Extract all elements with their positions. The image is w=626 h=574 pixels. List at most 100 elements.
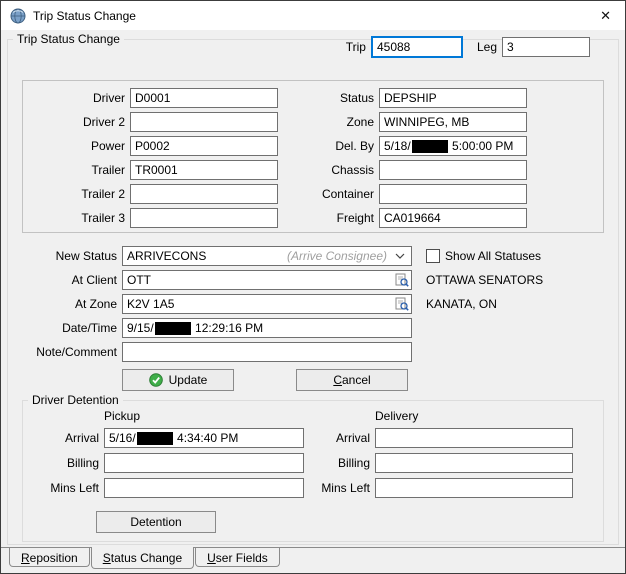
at-zone-row: At Zone K2V 1A5 KANATA, ON [22, 294, 604, 314]
pickup-arrival-date: 5/16/ [109, 431, 136, 445]
date-time-input[interactable]: 9/15/ 12:29:16 PM [122, 318, 412, 338]
zone-label: Zone [282, 115, 379, 129]
pickup-billing-label: Billing [31, 456, 104, 470]
trailer-input[interactable]: TR0001 [130, 160, 278, 180]
show-all-statuses-checkbox[interactable]: Show All Statuses [426, 249, 541, 263]
new-status-combo[interactable]: ARRIVECONS (Arrive Consignee) [122, 246, 412, 266]
trailer2-input[interactable] [130, 184, 278, 204]
status-row: Status DEPSHIP [282, 88, 542, 108]
delivery-billing-row: Billing [310, 453, 580, 473]
driver2-input[interactable] [130, 112, 278, 132]
tab-strip: Reposition Status Change User Fields [1, 547, 625, 569]
chevron-down-icon [395, 253, 405, 259]
trip-status-change-window: Trip Status Change ✕ Trip Status Change … [0, 0, 626, 574]
note-comment-row: Note/Comment [22, 342, 604, 362]
delivery-billing-input[interactable] [375, 453, 573, 473]
freight-row: Freight CA019664 [282, 208, 542, 228]
detention-button[interactable]: Detention [96, 511, 216, 533]
delivery-header: Delivery [375, 409, 580, 423]
tab-user-fields-label: ser Fields [216, 551, 268, 565]
new-status-label: New Status [22, 249, 122, 263]
container-input[interactable] [379, 184, 527, 204]
at-client-input[interactable]: OTT [122, 270, 412, 290]
trailer2-label: Trailer 2 [33, 187, 130, 201]
driver2-row: Driver 2 [33, 112, 278, 132]
leg-label: Leg [477, 40, 497, 54]
date-time-label: Date/Time [22, 321, 122, 335]
delivery-mins-left-row: Mins Left [310, 478, 580, 498]
at-client-info: OTTAWA SENATORS [426, 273, 543, 287]
del-by-input[interactable]: 5/18/ 5:00:00 PM [379, 136, 527, 156]
trailer3-input[interactable] [130, 208, 278, 228]
delivery-mins-left-input[interactable] [375, 478, 573, 498]
driver2-label: Driver 2 [33, 115, 130, 129]
leg-input[interactable]: 3 [502, 37, 590, 57]
driver-row: Driver D0001 [33, 88, 278, 108]
update-button[interactable]: Update [122, 369, 234, 391]
pickup-mins-left-row: Mins Left [31, 478, 304, 498]
delivery-arrival-row: Arrival [310, 428, 580, 448]
zone-input[interactable]: WINNIPEG, MB [379, 112, 527, 132]
trip-leg-row: Trip 45088 Leg 3 [346, 36, 590, 58]
pickup-arrival-time: 4:34:40 PM [174, 431, 239, 445]
titlebar: Trip Status Change ✕ [1, 1, 625, 30]
driver-detention-group: Driver Detention Pickup Arrival 5/16/ 4:… [22, 400, 604, 542]
close-icon[interactable]: ✕ [596, 7, 615, 24]
equipment-right-column: Status DEPSHIP Zone WINNIPEG, MB Del. By… [282, 88, 542, 232]
tab-reposition-accel: R [21, 551, 30, 565]
redacted-year [155, 322, 191, 335]
chassis-label: Chassis [282, 163, 379, 177]
container-label: Container [282, 187, 379, 201]
pickup-mins-left-input[interactable] [104, 478, 304, 498]
trip-label: Trip [346, 40, 366, 54]
tab-user-fields[interactable]: User Fields [195, 548, 280, 567]
trailer2-row: Trailer 2 [33, 184, 278, 204]
pickup-arrival-label: Arrival [31, 431, 104, 445]
freight-input[interactable]: CA019664 [379, 208, 527, 228]
equipment-left-column: Driver D0001 Driver 2 Power P0002 Traile… [33, 88, 278, 232]
trip-status-change-group: Trip Status Change Trip 45088 Leg 3 Driv… [7, 39, 619, 545]
del-by-row: Del. By 5/18/ 5:00:00 PM [282, 136, 542, 156]
pickup-column: Pickup Arrival 5/16/ 4:34:40 PM Billing … [31, 409, 304, 498]
chassis-input[interactable] [379, 160, 527, 180]
note-comment-input[interactable] [122, 342, 412, 362]
redacted-year [137, 432, 173, 445]
zone-row: Zone WINNIPEG, MB [282, 112, 542, 132]
trailer-label: Trailer [33, 163, 130, 177]
date-time-date: 9/15/ [127, 321, 154, 335]
trip-input[interactable]: 45088 [371, 36, 463, 58]
power-label: Power [33, 139, 130, 153]
trailer3-label: Trailer 3 [33, 211, 130, 225]
cancel-button-label: ancel [342, 373, 371, 387]
driver-input[interactable]: D0001 [130, 88, 278, 108]
update-button-label: Update [169, 373, 208, 387]
app-icon [10, 8, 26, 24]
lookup-icon[interactable] [395, 273, 409, 287]
pickup-billing-input[interactable] [104, 453, 304, 473]
detention-columns: Pickup Arrival 5/16/ 4:34:40 PM Billing … [23, 401, 603, 498]
pickup-header: Pickup [104, 409, 304, 423]
new-status-value: ARRIVECONS [127, 249, 206, 263]
chassis-row: Chassis [282, 160, 542, 180]
tab-reposition[interactable]: Reposition [9, 548, 90, 567]
note-comment-label: Note/Comment [22, 345, 122, 359]
cancel-button[interactable]: Cancel [296, 369, 408, 391]
lookup-icon[interactable] [395, 297, 409, 311]
date-time-time: 12:29:16 PM [192, 321, 263, 335]
power-row: Power P0002 [33, 136, 278, 156]
at-client-label: At Client [22, 273, 122, 287]
at-client-row: At Client OTT OTTAWA SENATORS [22, 270, 604, 290]
cancel-button-accel: C [333, 373, 342, 387]
power-input[interactable]: P0002 [130, 136, 278, 156]
delivery-column: Delivery Arrival Billing Mins Left [310, 409, 580, 498]
tab-status-change[interactable]: Status Change [91, 547, 194, 569]
tab-status-change-label: tatus Change [111, 551, 182, 565]
pickup-arrival-input[interactable]: 5/16/ 4:34:40 PM [104, 428, 304, 448]
del-by-label: Del. By [282, 139, 379, 153]
trailer-row: Trailer TR0001 [33, 160, 278, 180]
del-by-date: 5/18/ [384, 139, 411, 153]
checkbox-icon [426, 249, 440, 263]
at-zone-input[interactable]: K2V 1A5 [122, 294, 412, 314]
delivery-arrival-input[interactable] [375, 428, 573, 448]
status-input[interactable]: DEPSHIP [379, 88, 527, 108]
